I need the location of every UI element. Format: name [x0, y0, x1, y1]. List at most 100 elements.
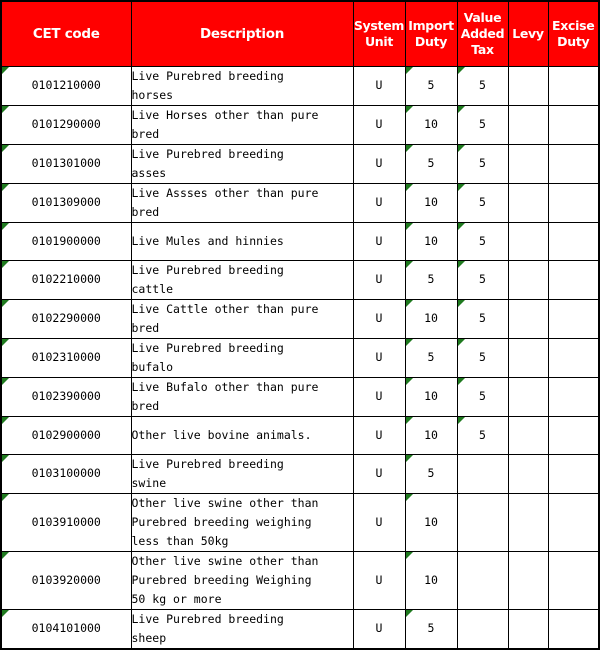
cell-import-duty[interactable]: 10 — [404, 415, 458, 455]
cell-description[interactable]: Live Mules and hinnies — [130, 221, 354, 261]
cell-levy[interactable] — [507, 259, 549, 300]
cell-levy[interactable] — [507, 298, 549, 339]
cell-levy[interactable] — [507, 492, 549, 552]
table-row[interactable]: 0101900000 Live Mules and hinnies U 10 5 — [0, 221, 600, 261]
table-row[interactable]: 0102310000 Live Purebred breeding bufalo U… — [0, 337, 600, 378]
cell-import-duty[interactable]: 10 — [404, 492, 458, 552]
cell-excise-duty[interactable] — [547, 453, 600, 494]
cell-value-added-tax[interactable]: 5 — [456, 415, 509, 455]
cell-excise-duty[interactable] — [547, 337, 600, 378]
cell-system-unit[interactable]: U — [352, 104, 406, 145]
table-row[interactable]: 0101309000 Live Assses other than pure br… — [0, 182, 600, 223]
cell-cet-code[interactable]: 0101900000 — [0, 221, 132, 261]
cell-description[interactable]: Live Purebred breeding bufalo — [130, 337, 354, 378]
cell-import-duty[interactable]: 10 — [404, 221, 458, 261]
table-row[interactable]: 0102210000 Live Purebred breeding cattle U… — [0, 259, 600, 300]
cell-levy[interactable] — [507, 608, 549, 649]
cell-cet-code[interactable]: 0103100000 — [0, 453, 132, 494]
column-header-system-unit[interactable]: System Unit — [352, 0, 406, 67]
cell-import-duty[interactable]: 10 — [404, 104, 458, 145]
cell-cet-code[interactable]: 0101290000 — [0, 104, 132, 145]
cell-value-added-tax[interactable] — [456, 550, 509, 610]
cell-import-duty[interactable]: 10 — [404, 550, 458, 610]
cell-system-unit[interactable]: U — [352, 182, 406, 223]
cell-value-added-tax[interactable] — [456, 492, 509, 552]
cell-system-unit[interactable]: U — [352, 298, 406, 339]
cell-import-duty[interactable]: 5 — [404, 259, 458, 300]
table-row[interactable]: 0102390000 Live Bufalo other than pure br… — [0, 376, 600, 417]
cell-description[interactable]: Other live swine other than Purebred bre… — [130, 550, 354, 610]
cell-description[interactable]: Live Horses other than pure bred — [130, 104, 354, 145]
cell-excise-duty[interactable] — [547, 492, 600, 552]
table-row[interactable]: 0101210000 Live Purebred breeding horses U… — [0, 65, 600, 106]
cell-value-added-tax[interactable]: 5 — [456, 259, 509, 300]
cell-excise-duty[interactable] — [547, 376, 600, 417]
table-row[interactable]: 0104101000 Live Purebred breeding sheep U 5 — [0, 608, 600, 649]
table-row[interactable]: 0103100000 Live Purebred breeding swine U 5 — [0, 453, 600, 494]
cell-levy[interactable] — [507, 376, 549, 417]
cell-excise-duty[interactable] — [547, 221, 600, 261]
cell-import-duty[interactable]: 10 — [404, 182, 458, 223]
cell-import-duty[interactable]: 10 — [404, 376, 458, 417]
cell-levy[interactable] — [507, 550, 549, 610]
table-row[interactable]: 0103920000 Other live swine other than Pu… — [0, 550, 600, 610]
table-row[interactable]: 0101301000 Live Purebred breeding asses U 5… — [0, 143, 600, 184]
cell-excise-duty[interactable] — [547, 182, 600, 223]
cell-description[interactable]: Live Cattle other than pure bred — [130, 298, 354, 339]
cell-cet-code[interactable]: 0102310000 — [0, 337, 132, 378]
cell-excise-duty[interactable] — [547, 298, 600, 339]
cell-import-duty[interactable]: 5 — [404, 337, 458, 378]
cell-import-duty[interactable]: 5 — [404, 65, 458, 106]
cell-excise-duty[interactable] — [547, 143, 600, 184]
cell-cet-code[interactable]: 0102390000 — [0, 376, 132, 417]
cell-value-added-tax[interactable]: 5 — [456, 298, 509, 339]
cell-value-added-tax[interactable]: 5 — [456, 376, 509, 417]
cell-excise-duty[interactable] — [547, 608, 600, 649]
cell-cet-code[interactable]: 0103920000 — [0, 550, 132, 610]
cell-system-unit[interactable]: U — [352, 337, 406, 378]
cell-levy[interactable] — [507, 143, 549, 184]
cell-system-unit[interactable]: U — [352, 492, 406, 552]
cell-excise-duty[interactable] — [547, 415, 600, 455]
cell-description[interactable]: Live Bufalo other than pure bred — [130, 376, 354, 417]
cell-excise-duty[interactable] — [547, 104, 600, 145]
column-header-import-duty[interactable]: Import Duty — [404, 0, 458, 67]
cell-value-added-tax[interactable]: 5 — [456, 221, 509, 261]
cell-value-added-tax[interactable]: 5 — [456, 143, 509, 184]
cell-value-added-tax[interactable] — [456, 453, 509, 494]
table-row[interactable]: 0103910000 Other live swine other than Pu… — [0, 492, 600, 552]
cell-cet-code[interactable]: 0101309000 — [0, 182, 132, 223]
cell-excise-duty[interactable] — [547, 550, 600, 610]
cell-system-unit[interactable]: U — [352, 65, 406, 106]
cell-excise-duty[interactable] — [547, 259, 600, 300]
cell-description[interactable]: Live Purebred breeding swine — [130, 453, 354, 494]
cell-levy[interactable] — [507, 415, 549, 455]
cell-description[interactable]: Other live swine other than Purebred bre… — [130, 492, 354, 552]
cell-cet-code[interactable]: 0102210000 — [0, 259, 132, 300]
cell-cet-code[interactable]: 0102900000 — [0, 415, 132, 455]
cell-value-added-tax[interactable] — [456, 608, 509, 649]
column-header-levy[interactable]: Levy — [507, 0, 549, 67]
cell-levy[interactable] — [507, 337, 549, 378]
column-header-cet-code[interactable]: CET code — [0, 0, 132, 67]
cell-value-added-tax[interactable]: 5 — [456, 104, 509, 145]
cell-excise-duty[interactable] — [547, 65, 600, 106]
cell-levy[interactable] — [507, 65, 549, 106]
cell-cet-code[interactable]: 0101210000 — [0, 65, 132, 106]
cell-cet-code[interactable]: 0101301000 — [0, 143, 132, 184]
cell-system-unit[interactable]: U — [352, 415, 406, 455]
cell-value-added-tax[interactable]: 5 — [456, 182, 509, 223]
cell-description[interactable]: Live Purebred breeding cattle — [130, 259, 354, 300]
cell-description[interactable]: Live Purebred breeding asses — [130, 143, 354, 184]
table-row[interactable]: 0101290000 Live Horses other than pure br… — [0, 104, 600, 145]
cell-cet-code[interactable]: 0103910000 — [0, 492, 132, 552]
cell-value-added-tax[interactable]: 5 — [456, 337, 509, 378]
cell-levy[interactable] — [507, 182, 549, 223]
cell-levy[interactable] — [507, 104, 549, 145]
cell-system-unit[interactable]: U — [352, 143, 406, 184]
column-header-excise-duty[interactable]: Excise Duty — [547, 0, 600, 67]
table-row[interactable]: 0102290000 Live Cattle other than pure br… — [0, 298, 600, 339]
cell-system-unit[interactable]: U — [352, 376, 406, 417]
cell-levy[interactable] — [507, 221, 549, 261]
column-header-value-added-tax[interactable]: Value Added Tax — [456, 0, 509, 67]
